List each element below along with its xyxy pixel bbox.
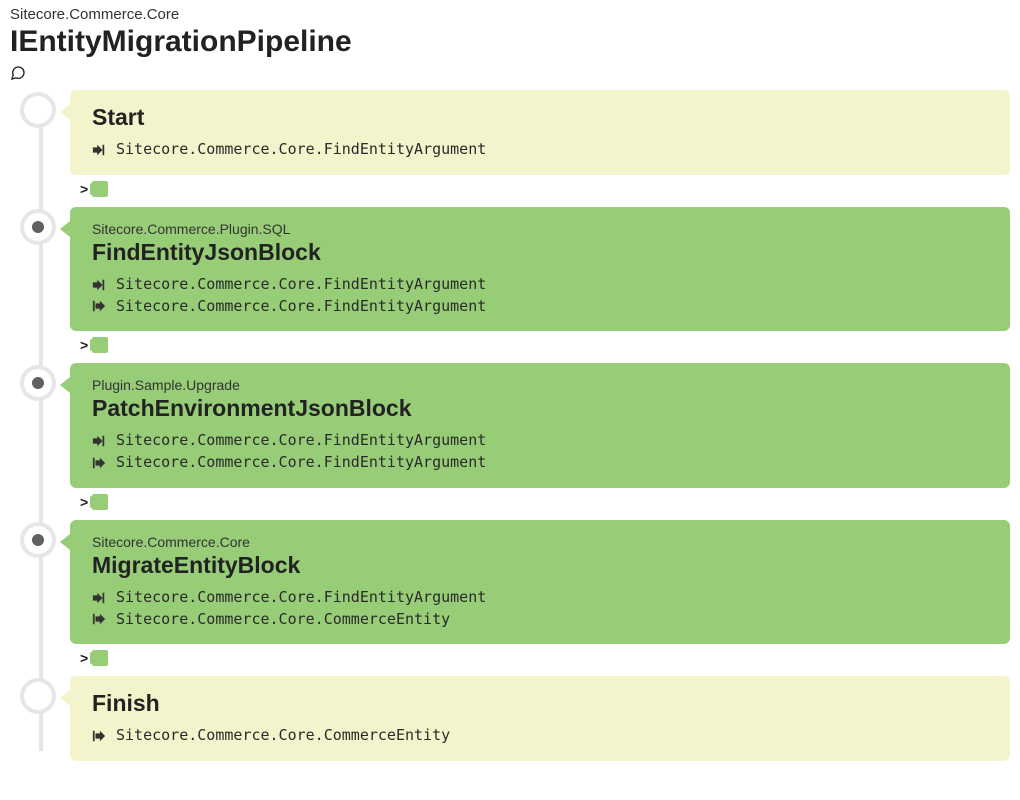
io-type: Sitecore.Commerce.Core.FindEntityArgumen… [116,274,486,296]
chevron-right-icon: > [80,494,88,510]
pipeline-terminal: Finish Sitecore.Commerce.Core.CommerceEnt… [70,676,1010,761]
block-title: MigrateEntityBlock [92,552,992,579]
scroll-icon [92,337,108,353]
pipeline-timeline: Start Sitecore.Commerce.Core.FindEntityAr… [10,90,1010,761]
block-card[interactable]: Start Sitecore.Commerce.Core.FindEntityAr… [70,90,1010,175]
scroll-icon [92,181,108,197]
output-arrow-icon [92,299,106,313]
expand-toggle[interactable]: > [80,181,1010,197]
block-input: Sitecore.Commerce.Core.FindEntityArgumen… [92,274,992,296]
io-type: Sitecore.Commerce.Core.FindEntityArgumen… [116,296,486,318]
io-type: Sitecore.Commerce.Core.CommerceEntity [116,725,450,747]
output-arrow-icon [92,729,106,743]
io-type: Sitecore.Commerce.Core.CommerceEntity [116,609,450,631]
block-namespace: Plugin.Sample.Upgrade [92,377,992,393]
timeline-marker [24,369,52,397]
input-arrow-icon [92,143,106,157]
pipeline-step: Sitecore.Commerce.Plugin.SQL FindEntityJs… [70,207,1010,354]
block-card[interactable]: Sitecore.Commerce.Core MigrateEntityBlock… [70,520,1010,645]
block-input: Sitecore.Commerce.Core.FindEntityArgumen… [92,139,992,161]
block-card[interactable]: Sitecore.Commerce.Plugin.SQL FindEntityJs… [70,207,1010,332]
chevron-right-icon: > [80,650,88,666]
pipeline-terminal: Start Sitecore.Commerce.Core.FindEntityAr… [70,90,1010,197]
timeline-marker [24,96,52,124]
chevron-right-icon: > [80,337,88,353]
block-namespace: Sitecore.Commerce.Core [92,534,992,550]
scroll-icon [92,494,108,510]
io-type: Sitecore.Commerce.Core.FindEntityArgumen… [116,452,486,474]
pipeline-step: Sitecore.Commerce.Core MigrateEntityBlock… [70,520,1010,667]
timeline-marker [24,682,52,710]
io-type: Sitecore.Commerce.Core.FindEntityArgumen… [116,430,486,452]
input-arrow-icon [92,278,106,292]
block-output: Sitecore.Commerce.Core.FindEntityArgumen… [92,452,992,474]
block-card[interactable]: Plugin.Sample.Upgrade PatchEnvironmentJso… [70,363,1010,488]
scroll-icon [92,650,108,666]
block-title: Start [92,104,992,131]
chevron-right-icon: > [80,181,88,197]
header-namespace: Sitecore.Commerce.Core [10,6,1010,23]
io-type: Sitecore.Commerce.Core.FindEntityArgumen… [116,139,486,161]
comment-icon[interactable] [10,65,1010,86]
block-output: Sitecore.Commerce.Core.FindEntityArgumen… [92,296,992,318]
expand-toggle[interactable]: > [80,494,1010,510]
expand-toggle[interactable]: > [80,337,1010,353]
expand-toggle[interactable]: > [80,650,1010,666]
block-namespace: Sitecore.Commerce.Plugin.SQL [92,221,992,237]
block-title: PatchEnvironmentJsonBlock [92,395,992,422]
block-card[interactable]: Finish Sitecore.Commerce.Core.CommerceEnt… [70,676,1010,761]
output-arrow-icon [92,612,106,626]
block-title: Finish [92,690,992,717]
timeline-marker [24,526,52,554]
input-arrow-icon [92,591,106,605]
block-title: FindEntityJsonBlock [92,239,992,266]
output-arrow-icon [92,456,106,470]
timeline-connector [39,110,43,751]
block-input: Sitecore.Commerce.Core.FindEntityArgumen… [92,430,992,452]
input-arrow-icon [92,434,106,448]
block-output: Sitecore.Commerce.Core.CommerceEntity [92,609,992,631]
block-input: Sitecore.Commerce.Core.FindEntityArgumen… [92,587,992,609]
page-title: IEntityMigrationPipeline [10,25,1010,59]
pipeline-step: Plugin.Sample.Upgrade PatchEnvironmentJso… [70,363,1010,510]
timeline-marker [24,213,52,241]
io-type: Sitecore.Commerce.Core.FindEntityArgumen… [116,587,486,609]
block-output: Sitecore.Commerce.Core.CommerceEntity [92,725,992,747]
